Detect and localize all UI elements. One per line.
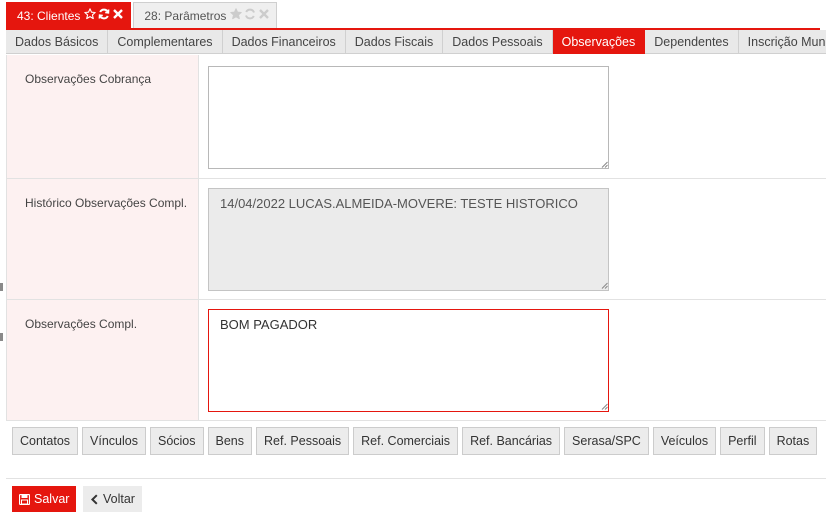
back-button-label: Voltar <box>103 492 135 506</box>
observations-form: Observações Cobrança Histórico Observaçõ… <box>6 55 826 421</box>
chevron-left-icon <box>90 493 99 505</box>
tab-ref-comerciais[interactable]: Ref. Comerciais <box>353 427 459 455</box>
related-tabs: Contatos Vínculos Sócios Bens Ref. Pesso… <box>12 427 818 455</box>
tab-contatos[interactable]: Contatos <box>12 427 79 455</box>
tab-socios[interactable]: Sócios <box>149 427 204 455</box>
row-obs-compl: Observações Compl. BOM PAGADOR <box>7 300 826 421</box>
resize-grip-icon[interactable] <box>601 161 608 168</box>
window-tab-label: 28: Parâmetros <box>144 8 227 23</box>
back-button[interactable]: Voltar <box>83 486 142 512</box>
tab-ref-bancarias[interactable]: Ref. Bancárias <box>462 427 561 455</box>
floppy-disk-icon <box>19 493 30 505</box>
tab-complementares[interactable]: Complementares <box>108 30 223 54</box>
tab-inscricao-municipal[interactable]: Inscrição Municipal <box>738 30 826 54</box>
tab-dados-financeiros[interactable]: Dados Financeiros <box>222 30 346 54</box>
tab-veiculos[interactable]: Veículos <box>652 427 717 455</box>
resize-grip-icon <box>601 282 608 289</box>
tab-dados-basicos[interactable]: Dados Básicos <box>6 30 109 54</box>
obs-cobranca-textarea[interactable] <box>208 66 609 169</box>
window-tab-label: 43: Clientes <box>17 8 81 23</box>
field-label: Observações Compl. <box>7 300 199 420</box>
app-root: 43: Clientes 28: Parâmetros Dados Básico… <box>0 0 826 521</box>
tab-serasa-spc[interactable]: Serasa/SPC <box>564 427 649 455</box>
tab-dados-fiscais[interactable]: Dados Fiscais <box>345 30 444 54</box>
field-label: Histórico Observações Compl. <box>7 179 199 299</box>
refresh-icon[interactable] <box>98 8 110 20</box>
window-tabs: 43: Clientes 28: Parâmetros <box>6 2 279 29</box>
window-tab-parametros[interactable]: 28: Parâmetros <box>133 2 278 28</box>
window-tab-clientes[interactable]: 43: Clientes <box>6 2 132 28</box>
field-label: Observações Cobrança <box>7 55 199 178</box>
tab-bens[interactable]: Bens <box>207 427 253 455</box>
save-button-label: Salvar <box>34 492 70 506</box>
tab-perfil[interactable]: Perfil <box>720 427 765 455</box>
section-tabs: Dados Básicos Complementares Dados Finan… <box>6 30 826 54</box>
tab-observacoes[interactable]: Observações <box>552 30 646 54</box>
edge-mark <box>0 333 3 341</box>
divider <box>6 478 826 479</box>
obs-compl-textarea[interactable]: BOM PAGADOR <box>208 309 609 412</box>
resize-grip-icon[interactable] <box>601 403 608 410</box>
tab-rotas[interactable]: Rotas <box>768 427 818 455</box>
edge-mark <box>0 283 3 291</box>
row-historico: Histórico Observações Compl. 14/04/2022 … <box>7 179 826 300</box>
tab-vinculos[interactable]: Vínculos <box>82 427 146 455</box>
tab-dados-pessoais[interactable]: Dados Pessoais <box>443 30 553 54</box>
historico-textarea: 14/04/2022 LUCAS.ALMEIDA-MOVERE: TESTE H… <box>208 188 609 291</box>
close-icon[interactable] <box>112 8 124 20</box>
star-icon[interactable] <box>84 7 97 20</box>
refresh-icon[interactable] <box>244 8 256 20</box>
save-button[interactable]: Salvar <box>12 486 77 512</box>
tab-ref-pessoais[interactable]: Ref. Pessoais <box>256 427 350 455</box>
star-icon[interactable] <box>230 7 243 20</box>
close-icon[interactable] <box>258 8 270 20</box>
tab-dependentes[interactable]: Dependentes <box>645 30 739 54</box>
row-obs-cobranca: Observações Cobrança <box>7 55 826 179</box>
